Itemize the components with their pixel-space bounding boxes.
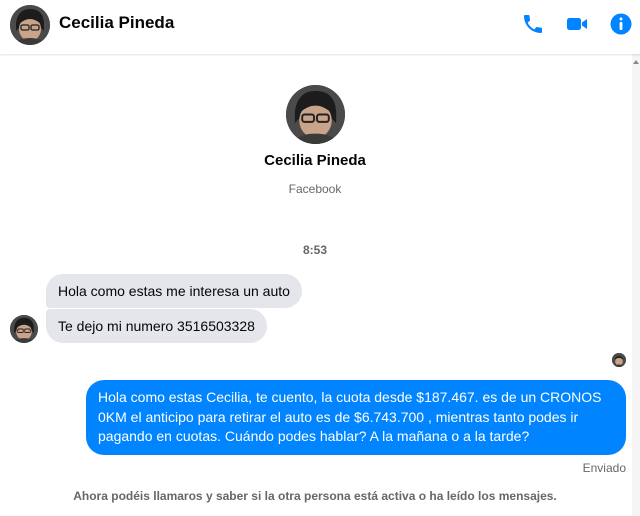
avatar-image [612, 353, 626, 367]
avatar-image [286, 85, 345, 144]
message-timestamp: 8:53 [302, 243, 328, 257]
video-camera-icon[interactable] [565, 12, 589, 36]
avatar-image [10, 5, 50, 45]
incoming-message[interactable]: Te dejo mi numero 3516503328 [46, 309, 267, 343]
profile-name: Cecilia Pineda [264, 152, 366, 169]
scrollbar[interactable] [632, 54, 640, 516]
sender-avatar[interactable] [10, 315, 38, 343]
seen-indicator-avatar [612, 353, 626, 367]
contact-avatar[interactable] [10, 5, 50, 45]
message-status: Enviado [582, 461, 626, 475]
info-icon[interactable] [609, 12, 633, 36]
contact-name[interactable]: Cecilia Pineda [59, 13, 174, 33]
avatar-image [10, 315, 38, 343]
encryption-notice: Ahora podéis llamaros y saber si la otra… [73, 489, 557, 503]
outgoing-message[interactable]: Hola como estas Cecilia, te cuento, la c… [86, 380, 626, 455]
incoming-message[interactable]: Hola como estas me interesa un auto [46, 274, 302, 308]
scroll-up-icon[interactable] [633, 60, 639, 64]
profile-avatar[interactable] [286, 85, 345, 144]
chat-header: Cecilia Pineda [0, 0, 640, 54]
phone-icon[interactable] [521, 12, 545, 36]
profile-subtitle: Facebook [288, 182, 342, 196]
